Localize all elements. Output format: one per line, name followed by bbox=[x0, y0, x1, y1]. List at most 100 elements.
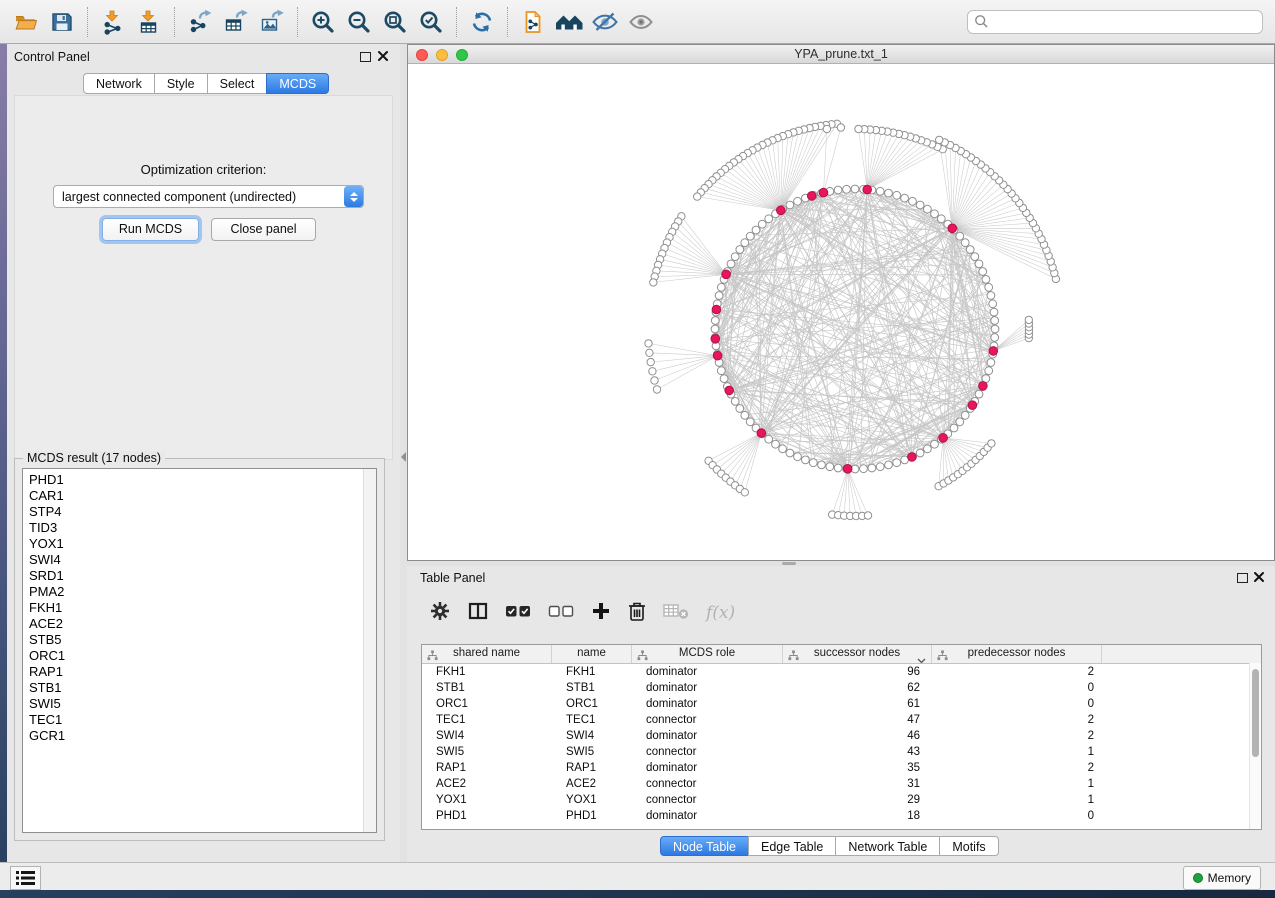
mcds-result-item[interactable]: FKH1 bbox=[23, 600, 363, 616]
mcds-result-item[interactable]: SWI5 bbox=[23, 696, 363, 712]
search-box[interactable] bbox=[967, 10, 1263, 34]
hide-selected-eye-icon[interactable] bbox=[587, 6, 623, 38]
column-header-successor-nodes[interactable]: successor nodes bbox=[783, 645, 932, 663]
maximize-window-icon[interactable] bbox=[456, 49, 468, 61]
float-panel-icon[interactable] bbox=[360, 52, 371, 62]
mcds-result-item[interactable]: TID3 bbox=[23, 520, 363, 536]
tab-network-table[interactable]: Network Table bbox=[835, 836, 940, 856]
search-input[interactable] bbox=[989, 14, 1262, 30]
table-cell: STB1 bbox=[422, 680, 552, 696]
save-session-icon[interactable] bbox=[44, 6, 80, 38]
select-all-columns-icon[interactable] bbox=[505, 603, 532, 624]
table-cell: 43 bbox=[783, 744, 932, 760]
first-neighbors-icon[interactable] bbox=[551, 6, 587, 38]
table-cell: dominator bbox=[632, 808, 783, 824]
tab-style[interactable]: Style bbox=[154, 73, 208, 94]
table-row[interactable]: ORC1ORC1dominator610 bbox=[422, 696, 1261, 712]
export-network-icon[interactable] bbox=[182, 6, 218, 38]
table-row[interactable]: TEC1TEC1connector472 bbox=[422, 712, 1261, 728]
column-header-shared-name[interactable]: shared name bbox=[422, 645, 552, 663]
import-network-icon[interactable] bbox=[95, 6, 131, 38]
column-header-mcds-role[interactable]: MCDS role bbox=[632, 645, 783, 663]
minimize-window-icon[interactable] bbox=[436, 49, 448, 61]
close-panel-icon[interactable] bbox=[377, 50, 389, 62]
table-scrollbar-thumb[interactable] bbox=[1252, 669, 1259, 757]
table-row[interactable]: ACE2ACE2connector311 bbox=[422, 776, 1261, 792]
table-cell: dominator bbox=[632, 680, 783, 696]
table-row[interactable]: FKH1FKH1dominator962 bbox=[422, 664, 1261, 680]
tab-select[interactable]: Select bbox=[207, 73, 268, 94]
zoom-out-icon[interactable] bbox=[341, 6, 377, 38]
mcds-result-item[interactable]: ORC1 bbox=[23, 648, 363, 664]
mcds-result-item[interactable]: SWI4 bbox=[23, 552, 363, 568]
mcds-result-item[interactable]: STB1 bbox=[23, 680, 363, 696]
export-image-icon[interactable] bbox=[254, 6, 290, 38]
table-cell: RAP1 bbox=[552, 760, 632, 776]
run-mcds-button[interactable]: Run MCDS bbox=[102, 218, 199, 241]
network-window-titlebar[interactable]: YPA_prune.txt_1 bbox=[408, 45, 1274, 64]
task-history-button[interactable] bbox=[10, 866, 41, 890]
mcds-result-item[interactable]: PMA2 bbox=[23, 584, 363, 600]
mcds-result-item[interactable]: STB5 bbox=[23, 632, 363, 648]
mcds-list-scrollbar[interactable] bbox=[363, 469, 376, 832]
zoom-selected-icon[interactable] bbox=[413, 6, 449, 38]
mcds-result-item[interactable]: PHD1 bbox=[23, 472, 363, 488]
open-session-icon[interactable] bbox=[8, 6, 44, 38]
table-toolbar: f(x) bbox=[415, 590, 1267, 636]
table-row[interactable]: SWI4SWI4dominator462 bbox=[422, 728, 1261, 744]
float-table-panel-icon[interactable] bbox=[1237, 573, 1248, 583]
table-row[interactable]: RAP1RAP1dominator352 bbox=[422, 760, 1261, 776]
hierarchy-icon bbox=[788, 648, 799, 666]
mcds-result-list[interactable]: PHD1CAR1STP4TID3YOX1SWI4SRD1PMA2FKH1ACE2… bbox=[22, 468, 377, 833]
network-window-title: YPA_prune.txt_1 bbox=[408, 45, 1274, 63]
table-row[interactable]: PHD1PHD1dominator180 bbox=[422, 808, 1261, 824]
table-cell: 62 bbox=[783, 680, 932, 696]
optimization-select[interactable]: largest connected component (undirected) bbox=[53, 185, 364, 208]
zoom-in-icon[interactable] bbox=[305, 6, 341, 38]
table-cell: dominator bbox=[632, 696, 783, 712]
table-settings-gear-icon[interactable] bbox=[429, 600, 451, 627]
table-row[interactable]: SWI5SWI5connector431 bbox=[422, 744, 1261, 760]
tab-node-table[interactable]: Node Table bbox=[660, 836, 749, 856]
export-table-icon[interactable] bbox=[218, 6, 254, 38]
close-window-icon[interactable] bbox=[416, 49, 428, 61]
close-panel-button[interactable]: Close panel bbox=[211, 218, 316, 241]
memory-button[interactable]: Memory bbox=[1183, 866, 1261, 890]
network-canvas-svg[interactable] bbox=[408, 64, 1274, 560]
tab-motifs[interactable]: Motifs bbox=[939, 836, 998, 856]
mcds-result-item[interactable]: STP4 bbox=[23, 504, 363, 520]
vertical-splitter[interactable] bbox=[400, 44, 407, 862]
create-column-plus-icon[interactable] bbox=[591, 601, 611, 626]
mcds-result-item[interactable]: ACE2 bbox=[23, 616, 363, 632]
mcds-result-item[interactable]: RAP1 bbox=[23, 664, 363, 680]
table-scrollbar-track[interactable] bbox=[1249, 663, 1261, 829]
delete-column-trash-icon[interactable] bbox=[627, 600, 647, 627]
table-cell: 1 bbox=[932, 744, 1102, 760]
mcds-result-item[interactable]: GCR1 bbox=[23, 728, 363, 744]
tab-network[interactable]: Network bbox=[83, 73, 155, 94]
zoom-fit-icon[interactable] bbox=[377, 6, 413, 38]
sort-descending-icon bbox=[917, 651, 926, 669]
tab-edge-table[interactable]: Edge Table bbox=[748, 836, 836, 856]
apply-layout-icon[interactable] bbox=[464, 6, 500, 38]
column-header-name[interactable]: name bbox=[552, 645, 632, 663]
tab-mcds[interactable]: MCDS bbox=[266, 73, 329, 94]
table-row[interactable]: STB1STB1dominator620 bbox=[422, 680, 1261, 696]
mcds-result-item[interactable]: CAR1 bbox=[23, 488, 363, 504]
mcds-result-item[interactable]: YOX1 bbox=[23, 536, 363, 552]
splitter-grip[interactable] bbox=[782, 562, 796, 565]
show-column-panel-icon[interactable] bbox=[467, 600, 489, 627]
toolbar-separator bbox=[456, 7, 457, 37]
import-table-icon[interactable] bbox=[131, 6, 167, 38]
show-all-eye-icon[interactable] bbox=[623, 6, 659, 38]
function-builder-icon-disabled: f(x) bbox=[706, 603, 735, 623]
mcds-result-item[interactable]: SRD1 bbox=[23, 568, 363, 584]
table-row[interactable]: YOX1YOX1connector291 bbox=[422, 792, 1261, 808]
deselect-all-columns-icon[interactable] bbox=[548, 603, 575, 624]
table-cell: ACE2 bbox=[422, 776, 552, 792]
column-header-predecessor-nodes[interactable]: predecessor nodes bbox=[932, 645, 1102, 663]
splitter-collapse-icon[interactable] bbox=[401, 452, 406, 462]
mcds-result-item[interactable]: TEC1 bbox=[23, 712, 363, 728]
close-table-panel-icon[interactable] bbox=[1253, 571, 1265, 583]
new-network-from-selection-icon[interactable] bbox=[515, 6, 551, 38]
